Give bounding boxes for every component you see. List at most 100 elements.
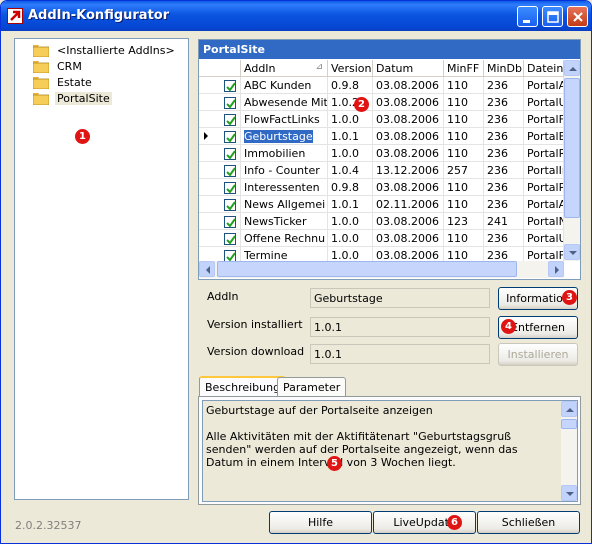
header-version[interactable]: Version xyxy=(328,60,373,77)
title-bar[interactable]: AddIn-Konfigurator xyxy=(1,1,591,31)
cell-mindb[interactable]: 236 xyxy=(484,77,524,94)
row-checkbox[interactable] xyxy=(224,250,236,261)
cell-minff[interactable]: 110 xyxy=(444,111,484,128)
cell-datei[interactable]: PortalFr xyxy=(524,247,564,261)
maximize-button[interactable] xyxy=(542,6,563,27)
cell-mindb[interactable]: 236 xyxy=(484,94,524,111)
cell-mindb[interactable]: 241 xyxy=(484,213,524,230)
scroll-right-button[interactable] xyxy=(548,261,564,277)
cell-datum[interactable]: 03.08.2006 xyxy=(373,145,444,162)
cell-minff[interactable]: 110 xyxy=(444,128,484,145)
cell-addin[interactable]: ABC Kunden xyxy=(241,77,328,94)
cell-version[interactable]: 0.9.8 xyxy=(328,77,373,94)
cell-datei[interactable]: PortalN xyxy=(524,213,564,230)
cell-datei[interactable]: PortalAI xyxy=(524,77,564,94)
cell-minff[interactable]: 110 xyxy=(444,196,484,213)
cell-minff[interactable]: 110 xyxy=(444,247,484,261)
cell-minff[interactable]: 110 xyxy=(444,179,484,196)
row-selector-cell[interactable] xyxy=(199,77,241,94)
table-row[interactable]: Info - Counter 1.0.4 13.12.2006 257 236 Porta… xyxy=(199,162,564,179)
row-selector-cell[interactable] xyxy=(199,94,241,111)
cell-mindb[interactable]: 236 xyxy=(484,196,524,213)
cell-addin[interactable]: FlowFactLinks xyxy=(241,111,328,128)
table-row[interactable]: NewsTicker 1.0.0 03.08.2006 123 241 PortalN xyxy=(199,213,564,230)
row-checkbox[interactable] xyxy=(224,233,236,245)
cell-addin[interactable]: Interessenten xyxy=(241,179,328,196)
cell-addin[interactable]: Info - Counter xyxy=(241,162,328,179)
cell-datum[interactable]: 03.08.2006 xyxy=(373,213,444,230)
row-selector-cell[interactable] xyxy=(199,213,241,230)
cell-datei[interactable]: PortalBi xyxy=(524,128,564,145)
row-checkbox[interactable] xyxy=(224,216,236,228)
cell-minff[interactable]: 257 xyxy=(444,162,484,179)
scroll-thumb[interactable] xyxy=(564,78,580,218)
header-dateiname[interactable]: Dateiname xyxy=(524,60,564,77)
cell-datum[interactable]: 03.08.2006 xyxy=(373,230,444,247)
description-scrollbar[interactable] xyxy=(561,401,577,501)
tab-description[interactable]: Beschreibung xyxy=(199,376,287,397)
cell-datum[interactable]: 03.08.2006 xyxy=(373,128,444,145)
row-checkbox[interactable] xyxy=(224,182,236,194)
cell-version[interactable]: 1.0.4 xyxy=(328,162,373,179)
cell-addin[interactable]: Immobilien xyxy=(241,145,328,162)
cell-mindb[interactable]: 236 xyxy=(484,145,524,162)
scroll-thumb[interactable] xyxy=(561,419,577,429)
cell-datum[interactable]: 03.08.2006 xyxy=(373,247,444,261)
cell-addin[interactable]: News Allgemei xyxy=(241,196,328,213)
cell-datum[interactable]: 03.08.2006 xyxy=(373,179,444,196)
header-mindb[interactable]: MinDb xyxy=(484,60,524,77)
grid-vertical-scrollbar[interactable] xyxy=(564,60,580,261)
cell-addin[interactable]: Termine xyxy=(241,247,328,261)
header-addin[interactable]: AddIn ⊿ xyxy=(241,60,328,77)
row-checkbox[interactable] xyxy=(224,165,236,177)
row-checkbox[interactable] xyxy=(224,80,236,92)
cell-addin[interactable]: NewsTicker xyxy=(241,213,328,230)
cell-version[interactable]: 1.0.0 xyxy=(328,247,373,261)
cell-mindb[interactable]: 236 xyxy=(484,230,524,247)
table-row[interactable]: Interessenten 0.9.8 03.08.2006 110 236 Portal… xyxy=(199,179,564,196)
cell-datei[interactable]: PortalU xyxy=(524,230,564,247)
cell-mindb[interactable]: 236 xyxy=(484,128,524,145)
cell-version[interactable]: 1.0.0 xyxy=(328,111,373,128)
cell-mindb[interactable]: 236 xyxy=(484,179,524,196)
cell-datum[interactable]: 02.11.2006 xyxy=(373,196,444,213)
scroll-thumb[interactable] xyxy=(217,261,517,277)
help-button[interactable]: Hilfe xyxy=(269,511,372,534)
scroll-down-button[interactable] xyxy=(564,244,580,260)
table-row[interactable]: Offene Rechnu 1.0.0 03.08.2006 110 236 Portal… xyxy=(199,230,564,247)
table-row[interactable]: News Allgemei 1.0.1 02.11.2006 110 236 Portal… xyxy=(199,196,564,213)
addin-tree[interactable]: <Installierte AddIns> CRM Estate PortalS… xyxy=(14,38,189,500)
table-row[interactable]: Immobilien 1.0.0 03.08.2006 110 236 PortalR xyxy=(199,145,564,162)
cell-mindb[interactable]: 236 xyxy=(484,247,524,261)
cell-datei[interactable]: PortalR xyxy=(524,145,564,162)
cell-minff[interactable]: 110 xyxy=(444,77,484,94)
header-datum[interactable]: Datum xyxy=(373,60,444,77)
grid-horizontal-scrollbar[interactable] xyxy=(199,261,564,278)
table-row[interactable]: FlowFactLinks 1.0.0 03.08.2006 110 236 Portal… xyxy=(199,111,564,128)
cell-minff[interactable]: 123 xyxy=(444,213,484,230)
cell-datei[interactable]: PortalAl xyxy=(524,196,564,213)
cell-version[interactable]: 1.0.0 xyxy=(328,213,373,230)
scroll-down-button[interactable] xyxy=(561,485,577,501)
tab-parameter[interactable]: Parameter xyxy=(277,377,347,397)
cell-datei[interactable]: PortalPi xyxy=(524,179,564,196)
cell-addin[interactable]: Offene Rechnu xyxy=(241,230,328,247)
cell-version[interactable]: 1.0.1 xyxy=(328,128,373,145)
table-row[interactable]: Geburtstage 1.0.1 03.08.2006 110 236 PortalBi xyxy=(199,128,564,145)
cell-datum[interactable]: 03.08.2006 xyxy=(373,111,444,128)
row-checkbox[interactable] xyxy=(224,148,236,160)
cell-minff[interactable]: 110 xyxy=(444,94,484,111)
row-selector-cell[interactable] xyxy=(199,196,241,213)
close-dialog-button[interactable]: Schließen xyxy=(477,511,580,534)
cell-datei[interactable]: PortalFl xyxy=(524,111,564,128)
cell-minff[interactable]: 110 xyxy=(444,230,484,247)
close-button[interactable] xyxy=(567,6,588,27)
scroll-up-button[interactable] xyxy=(561,401,577,417)
cell-version[interactable]: 0.9.8 xyxy=(328,179,373,196)
row-selector-cell[interactable] xyxy=(199,111,241,128)
table-row[interactable]: Abwesende Mit 1.0.2 03.08.2006 110 236 Portal… xyxy=(199,94,564,111)
row-selector-cell[interactable] xyxy=(199,145,241,162)
row-selector-cell[interactable] xyxy=(199,128,241,145)
row-selector-cell[interactable] xyxy=(199,230,241,247)
cell-mindb[interactable]: 236 xyxy=(484,162,524,179)
